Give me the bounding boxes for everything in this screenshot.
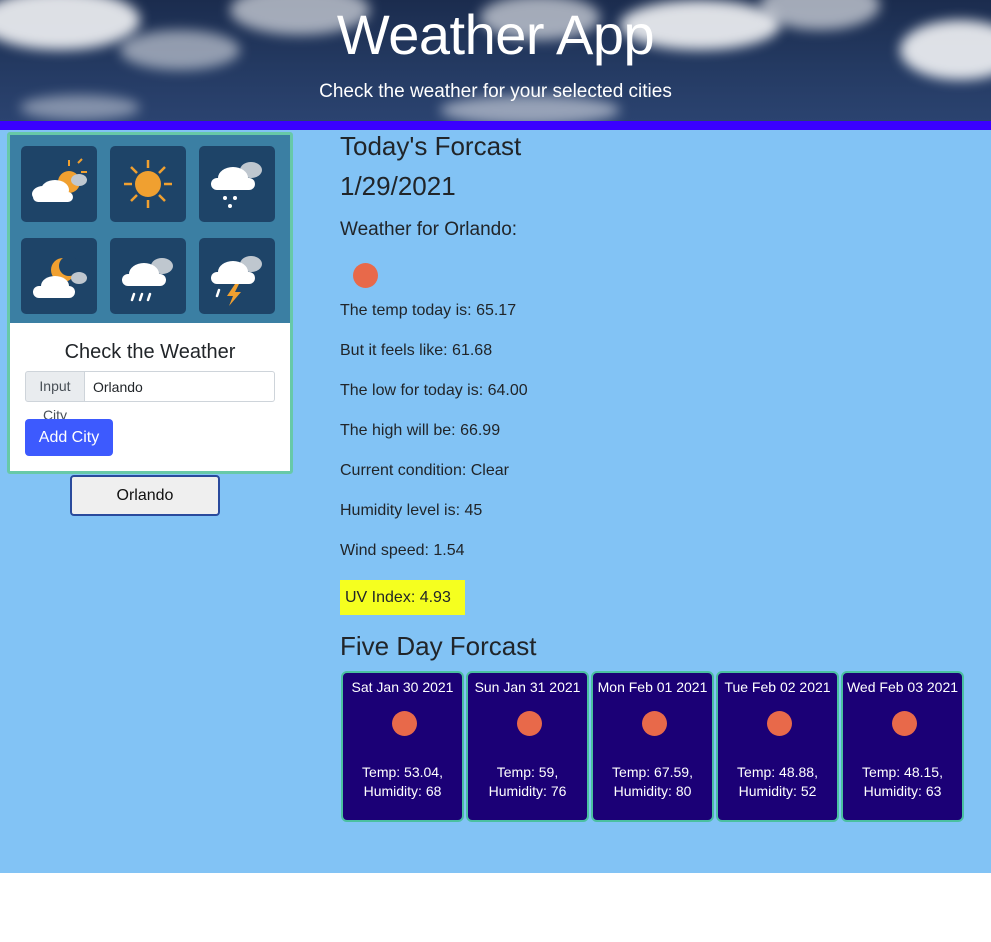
uv-index-badge: UV Index: 4.93 xyxy=(340,580,465,615)
forecast-date: Sun Jan 31 2021 xyxy=(474,679,581,695)
add-city-button[interactable]: Add City xyxy=(25,419,113,456)
city-input-label: Input City xyxy=(25,371,85,423)
forecast-temp: Temp: 59, xyxy=(496,764,559,780)
main-area: Check the Weather Input City Add City Or… xyxy=(0,130,991,873)
weather-icon xyxy=(353,263,378,288)
forecast-card: Sun Jan 31 2021 Temp: 59, Humidity: 76 xyxy=(466,671,589,822)
today-date: 1/29/2021 xyxy=(340,171,456,201)
city-input[interactable] xyxy=(85,371,275,402)
city-input-group: Input City xyxy=(25,371,275,423)
forecast-temp: Temp: 48.15, xyxy=(862,764,943,780)
forecast-humidity: Humidity: 80 xyxy=(613,783,692,799)
weather-icons-image xyxy=(10,135,290,323)
stat-wind: Wind speed: 1.54 xyxy=(340,542,465,559)
weather-icon xyxy=(892,711,917,736)
weather-icon xyxy=(642,711,667,736)
forecast-card: Sat Jan 30 2021 Temp: 53.04, Humidity: 6… xyxy=(341,671,464,822)
stat-condition: Current condition: Clear xyxy=(340,462,509,479)
forecast-humidity: Humidity: 52 xyxy=(738,783,817,799)
forecast-humidity: Humidity: 76 xyxy=(488,783,567,799)
forecast-temp: Temp: 48.88, xyxy=(737,764,818,780)
stat-humidity: Humidity level is: 45 xyxy=(340,502,483,519)
snow-cloud-icon xyxy=(199,146,275,222)
forecast-date: Tue Feb 02 2021 xyxy=(724,679,831,695)
weather-icon xyxy=(767,711,792,736)
forecast-date: Mon Feb 01 2021 xyxy=(597,679,708,695)
card-title: Check the Weather xyxy=(64,341,236,363)
partly-cloudy-night-icon xyxy=(21,238,97,314)
forecast-humidity: Humidity: 63 xyxy=(863,783,942,799)
saved-city-button[interactable]: Orlando xyxy=(70,475,220,516)
app-subtitle: Check the weather for your selected citi… xyxy=(319,81,672,102)
forecast-temp: Temp: 53.04, xyxy=(362,764,443,780)
app-title: Weather App xyxy=(336,3,655,66)
rain-cloud-icon xyxy=(110,238,186,314)
stat-low: The low for today is: 64.00 xyxy=(340,382,528,399)
forecast-card: Mon Feb 01 2021 Temp: 67.59, Humidity: 8… xyxy=(591,671,714,822)
forecast-card: Tue Feb 02 2021 Temp: 48.88, Humidity: 5… xyxy=(716,671,839,822)
header-accent-bar xyxy=(0,121,991,130)
sun-icon xyxy=(110,146,186,222)
five-day-heading: Five Day Forcast xyxy=(340,631,537,661)
forecast-temp: Temp: 67.59, xyxy=(612,764,693,780)
weather-icon xyxy=(517,711,542,736)
forecast-card: Wed Feb 03 2021 Temp: 48.15, Humidity: 6… xyxy=(841,671,964,822)
weather-icon xyxy=(392,711,417,736)
city-weather-heading: Weather for Orlando: xyxy=(340,219,518,240)
thunderstorm-icon xyxy=(199,238,275,314)
app-header: Weather App Check the weather for your s… xyxy=(0,0,991,121)
today-heading: Today's Forcast xyxy=(340,131,522,161)
forecast-date: Sat Jan 30 2021 xyxy=(351,679,454,695)
stat-high: The high will be: 66.99 xyxy=(340,422,501,439)
forecast-date: Wed Feb 03 2021 xyxy=(846,679,959,695)
stat-temp: The temp today is: 65.17 xyxy=(340,302,517,319)
stat-feels-like: But it feels like: 61.68 xyxy=(340,342,493,359)
forecast-humidity: Humidity: 68 xyxy=(363,783,442,799)
partly-cloudy-day-icon xyxy=(21,146,97,222)
search-card: Check the Weather Input City Add City xyxy=(7,132,293,474)
